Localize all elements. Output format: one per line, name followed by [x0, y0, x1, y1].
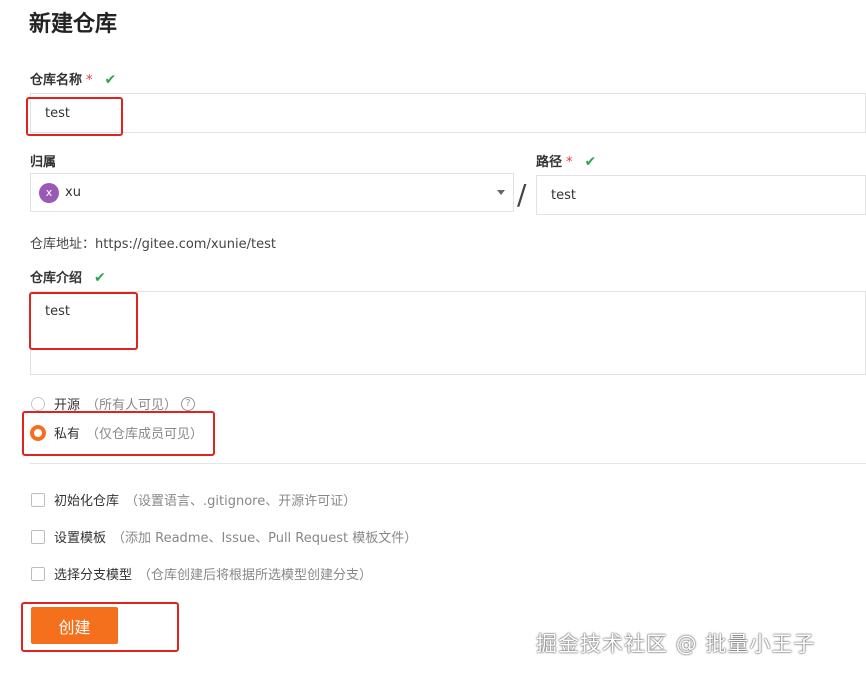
repo-name-label-row: 仓库名称 * ✔ [30, 69, 116, 88]
repo-address-url: https://gitee.com/xunie/test [95, 237, 276, 252]
annotation-box [26, 97, 123, 136]
path-separator: / [517, 178, 527, 211]
option-template-label: 设置模板 [54, 531, 107, 546]
watermark: 掘金技术社区 @ 批量小王子 [536, 632, 816, 656]
option-init-hint: （设置语言、.gitignore、开源许可证） [125, 494, 357, 509]
annotation-box [21, 602, 179, 652]
caret-down-icon [497, 190, 505, 195]
checkbox-branch[interactable] [31, 566, 45, 581]
avatar: x [39, 182, 59, 203]
option-branch-row[interactable]: 选择分支模型 （仓库创建后将根据所选模型创建分支） [31, 564, 372, 583]
repo-name-input[interactable]: test [30, 93, 866, 133]
option-init-row[interactable]: 初始化仓库 （设置语言、.gitignore、开源许可证） [31, 490, 356, 509]
repo-name-label: 仓库名称 [30, 73, 83, 88]
check-icon: ✔ [104, 72, 117, 88]
path-label: 路径 [536, 155, 563, 170]
help-icon[interactable]: ? [181, 396, 196, 411]
check-icon: ✔ [94, 270, 106, 286]
description-label: 仓库介绍 [30, 271, 83, 286]
owner-select[interactable]: x xu [30, 173, 514, 212]
option-branch-hint: （仓库创建后将根据所选模型创建分支） [138, 568, 373, 583]
annotation-box [29, 292, 138, 350]
option-init-label: 初始化仓库 [54, 494, 120, 509]
page-title: 新建仓库 [29, 12, 118, 37]
description-textarea[interactable]: test [30, 291, 866, 375]
checkbox-template[interactable] [31, 529, 45, 544]
option-branch-label: 选择分支模型 [54, 568, 133, 583]
checkbox-init[interactable] [31, 492, 45, 507]
repo-address: 仓库地址：https://gitee.com/xunie/test [30, 233, 276, 252]
option-template-hint: （添加 Readme、Issue、Pull Request 模板文件） [112, 531, 418, 546]
annotation-box [22, 411, 215, 456]
description-label-row: 仓库介绍 ✔ [30, 267, 106, 286]
path-value: test [551, 187, 576, 203]
required-mark: * [566, 155, 573, 170]
required-mark: * [86, 73, 93, 88]
radio-public[interactable] [31, 396, 45, 411]
repo-address-label: 仓库地址： [30, 237, 96, 252]
path-input[interactable]: test [536, 175, 866, 215]
owner-value: xu [65, 185, 81, 200]
option-template-row[interactable]: 设置模板 （添加 Readme、Issue、Pull Request 模板文件） [31, 527, 417, 546]
check-icon: ✔ [584, 154, 597, 170]
divider [29, 463, 866, 464]
owner-label: 归属 [30, 155, 57, 170]
path-label-row: 路径 * ✔ [536, 151, 596, 170]
